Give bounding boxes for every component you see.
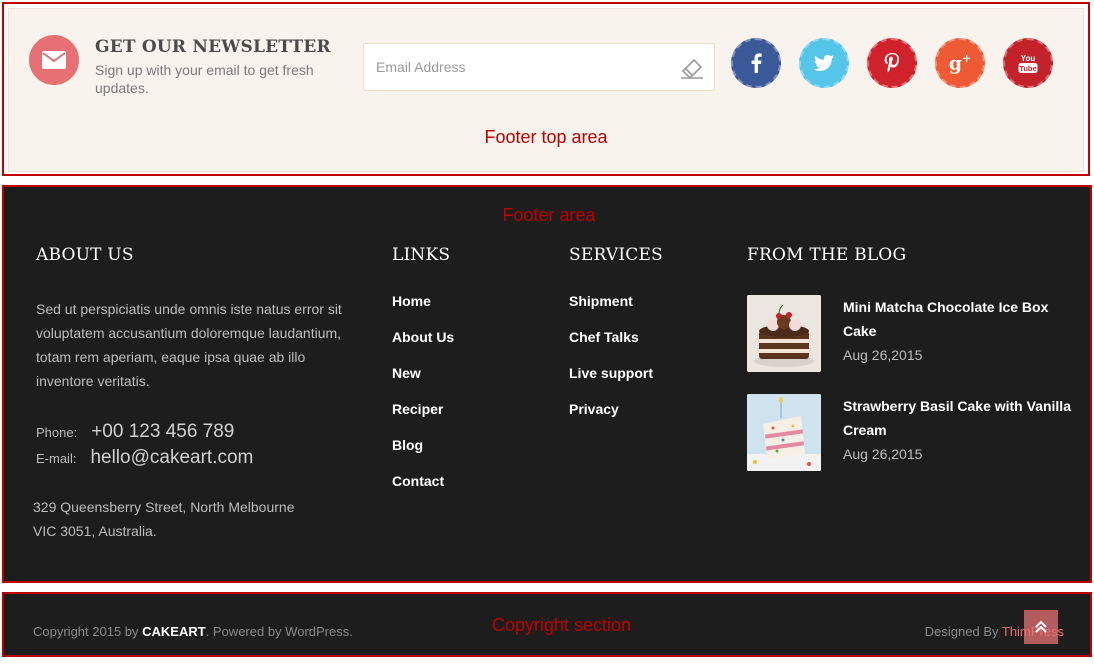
service-chef-talks[interactable]: Chef Talks [569, 329, 653, 365]
about-heading: ABOUT US [36, 245, 134, 265]
link-about-us[interactable]: About Us [392, 329, 454, 365]
phone-row: Phone: +00 123 456 789 [36, 421, 234, 443]
envelope-icon [29, 35, 79, 85]
blog-post-date: Aug 26,2015 [843, 347, 923, 363]
about-text: Sed ut perspiciatis unde omnis iste natu… [36, 301, 342, 389]
blog-post-title[interactable]: Strawberry Basil Cake with Vanilla Cream [843, 394, 1075, 442]
double-chevron-up-icon [1035, 620, 1047, 633]
blog-post: Strawberry Basil Cake with Vanilla Cream… [747, 394, 1077, 474]
svg-text:You: You [1021, 54, 1036, 63]
email-row: E-mail: hello@cakeart.com [36, 447, 253, 469]
twitter-icon[interactable] [799, 38, 849, 88]
services-heading: SERVICES [569, 245, 663, 265]
youtube-icon[interactable]: You Tube [1003, 38, 1053, 88]
service-live-support[interactable]: Live support [569, 365, 653, 401]
link-reciper[interactable]: Reciper [392, 401, 454, 437]
links-heading: LINKS [392, 245, 451, 265]
link-contact[interactable]: Contact [392, 473, 454, 509]
email-input[interactable] [364, 44, 664, 90]
link-home[interactable]: Home [392, 293, 454, 329]
blog-thumbnail-strawberry-cake[interactable] [747, 394, 821, 471]
facebook-icon[interactable] [731, 38, 781, 88]
blog-post-date: Aug 26,2015 [843, 446, 923, 462]
google-plus-icon[interactable]: g+ [935, 38, 985, 88]
services-list: Shipment Chef Talks Live support Privacy [569, 293, 653, 437]
copyright-suffix: . Powered by WordPress. [205, 624, 353, 639]
footer-area: Footer area ABOUT US Sed ut perspiciatis… [2, 185, 1092, 583]
footer-top-area: GET OUR NEWSLETTER Sign up with your ema… [2, 2, 1090, 176]
copyright-section: Copyright 2015 by CAKEART. Powered by Wo… [2, 592, 1092, 657]
blog-post-title[interactable]: Mini Matcha Chocolate Ice Box Cake [843, 295, 1075, 343]
blog-heading: FROM THE BLOG [747, 245, 907, 265]
email-value[interactable]: hello@cakeart.com [90, 447, 253, 468]
footer-top-annotation: Footer top area [484, 127, 608, 147]
newsletter-title: GET OUR NEWSLETTER [95, 37, 331, 57]
phone-value: +00 123 456 789 [91, 421, 235, 442]
brand-link[interactable]: CAKEART [142, 624, 206, 639]
send-icon[interactable] [680, 57, 704, 80]
address-line-1: 329 Queensberry Street, North Melbourne [33, 499, 295, 515]
copyright-prefix: Copyright 2015 by [33, 624, 143, 639]
pinterest-icon[interactable] [867, 38, 917, 88]
back-to-top-button[interactable] [1024, 610, 1058, 644]
svg-text:Tube: Tube [1019, 64, 1036, 73]
service-shipment[interactable]: Shipment [569, 293, 653, 329]
blog-post: Mini Matcha Chocolate Ice Box Cake Aug 2… [747, 295, 1077, 375]
email-form [363, 43, 715, 91]
blog-thumbnail-chocolate-cake[interactable] [747, 295, 821, 372]
newsletter-subtitle: Sign up with your email to get fresh upd… [95, 62, 314, 96]
link-blog[interactable]: Blog [392, 437, 454, 473]
email-label: E-mail: [36, 451, 77, 466]
designed-by-label: Designed By [924, 624, 1002, 639]
copyright-annotation: Copyright section [492, 615, 632, 635]
links-list: Home About Us New Reciper Blog Contact [392, 293, 454, 509]
link-new[interactable]: New [392, 365, 454, 401]
service-privacy[interactable]: Privacy [569, 401, 653, 437]
address: 329 Queensberry Street, North Melbourne … [33, 495, 294, 543]
phone-label: Phone: [36, 425, 78, 440]
address-line-2: VIC 3051, Australia. [33, 523, 157, 539]
copyright-text: Copyright 2015 by CAKEART. Powered by Wo… [33, 624, 353, 639]
newsletter-bar: GET OUR NEWSLETTER Sign up with your ema… [8, 8, 1084, 172]
footer-area-annotation: Footer area [502, 205, 596, 225]
